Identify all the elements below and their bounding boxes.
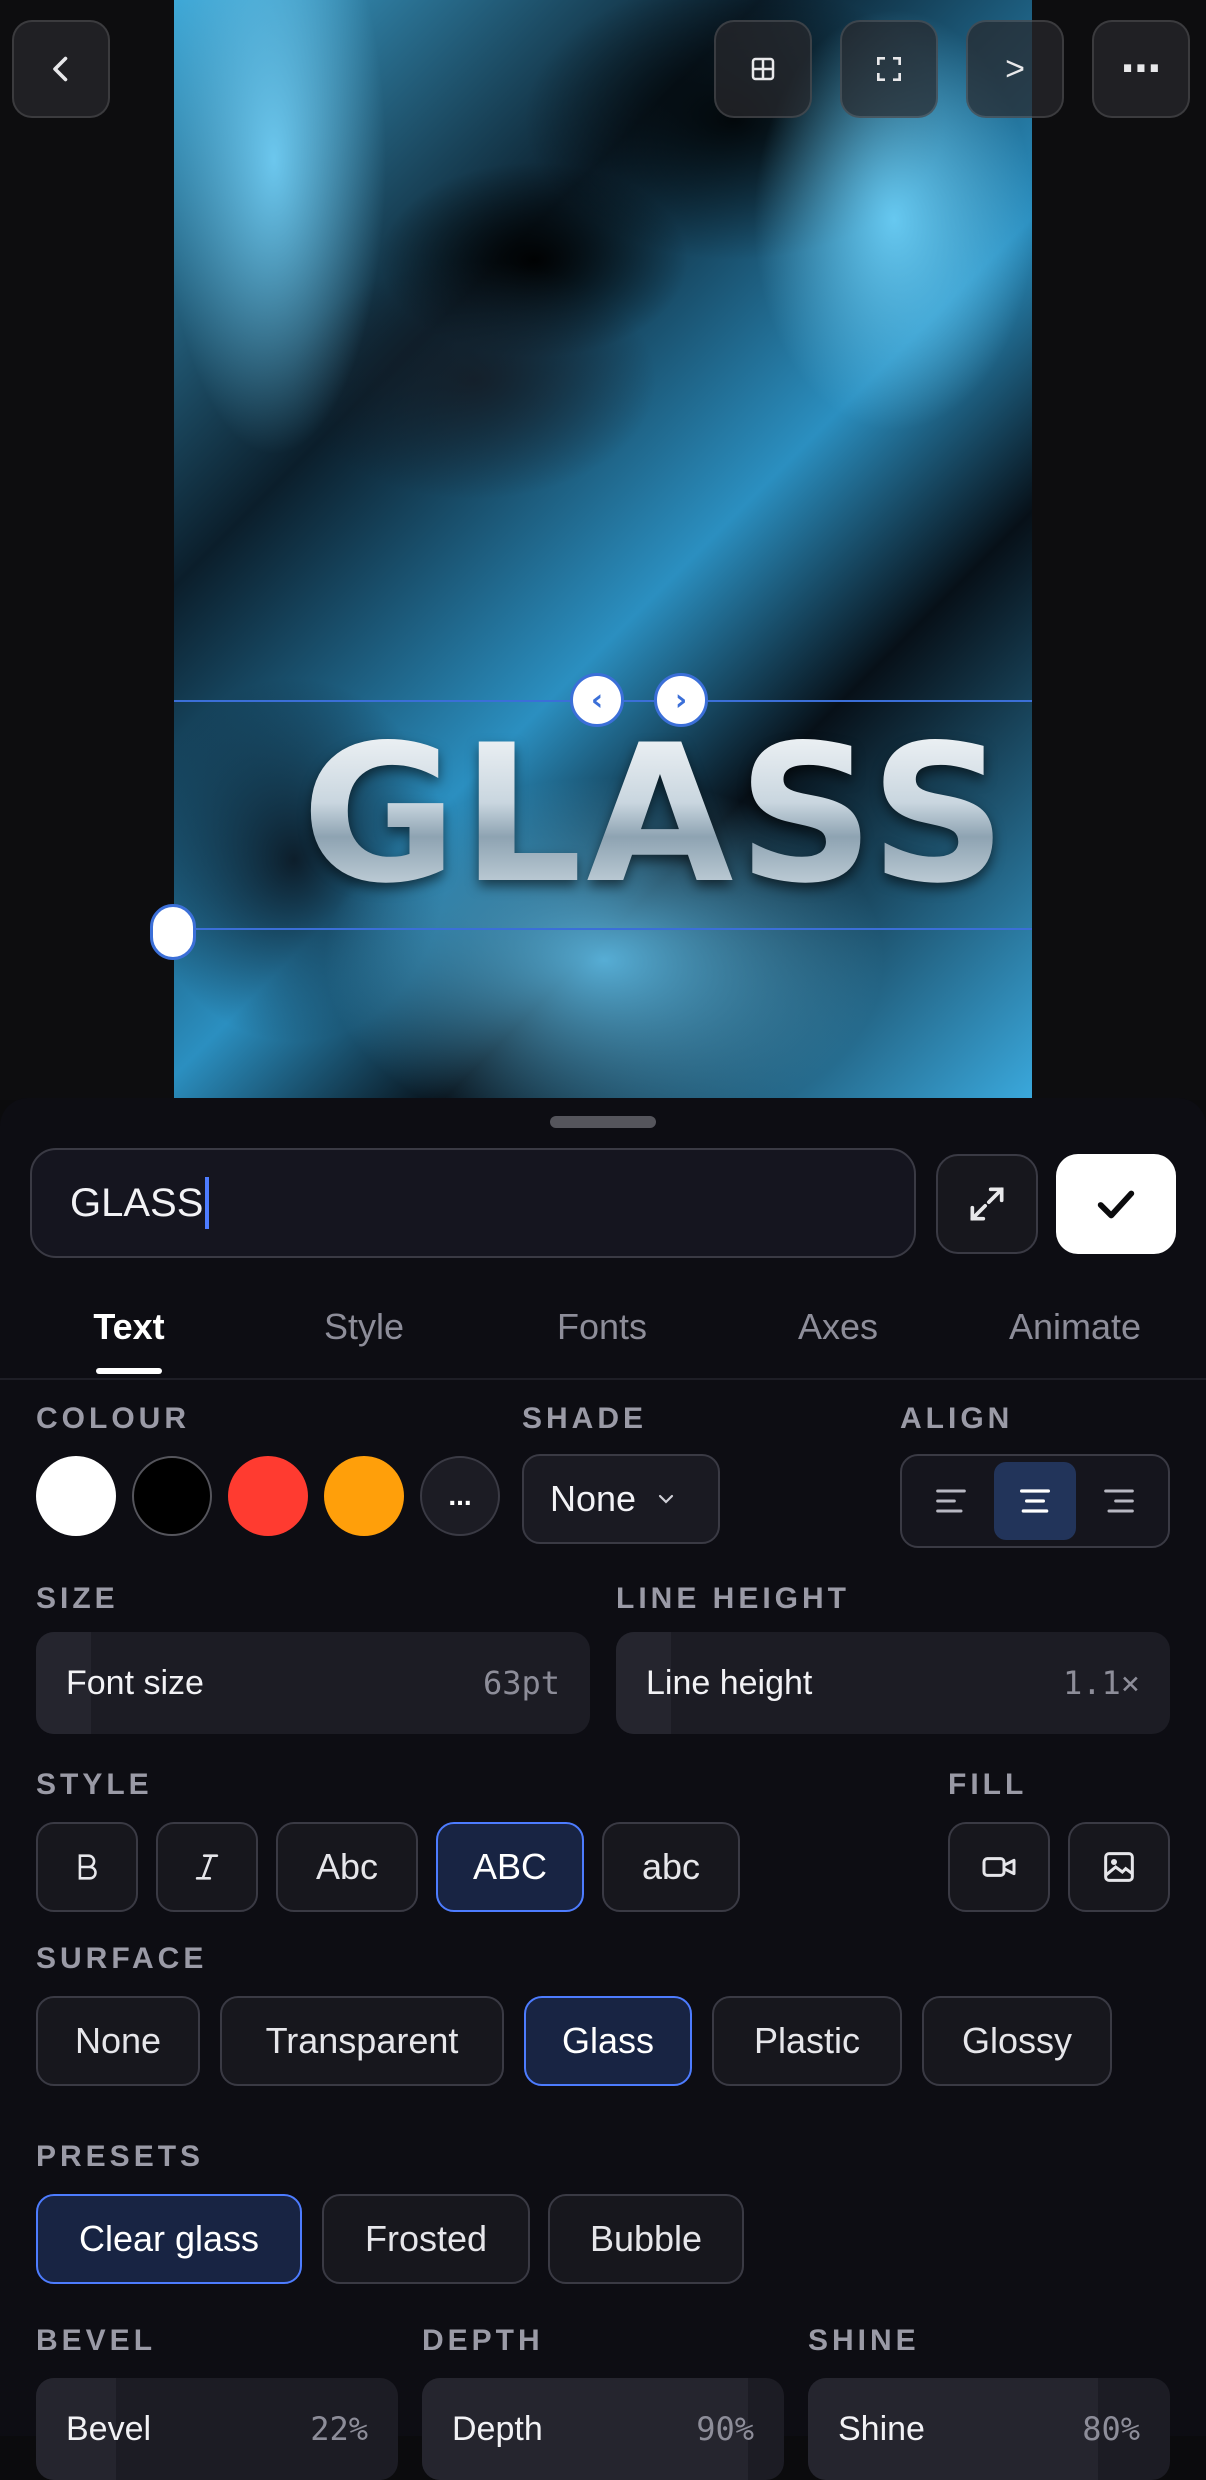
shade-value: None — [550, 1478, 637, 1519]
align-center-icon — [1020, 1489, 1050, 1513]
more-options-button[interactable]: ⋯ — [1092, 20, 1190, 118]
resize-handle[interactable] — [150, 904, 196, 960]
sheet-grabber[interactable] — [550, 1116, 656, 1128]
checkmark-icon — [1097, 1190, 1135, 1219]
line-height-slider-label: Line height — [646, 1664, 813, 1702]
colour-swatch-orange[interactable] — [324, 1456, 404, 1536]
chevron-down-icon — [658, 1494, 674, 1504]
bevel-slider[interactable]: Bevel 22% — [36, 2378, 398, 2480]
line-height-value: 1.1× — [1062, 1664, 1140, 1702]
align-right-button[interactable] — [1078, 1462, 1160, 1540]
case-upper-button[interactable]: ABC — [436, 1822, 584, 1912]
bold-button[interactable] — [36, 1822, 138, 1912]
bevel-value: 22% — [310, 2410, 368, 2448]
shade-dropdown[interactable]: None — [522, 1454, 720, 1544]
surface-glass-chip[interactable]: Glass — [524, 1996, 692, 2086]
bold-icon — [78, 1854, 97, 1880]
align-segmented-control — [900, 1454, 1170, 1548]
depth-slider[interactable]: Depth 90% — [422, 2378, 784, 2480]
fill-image-button[interactable] — [1068, 1822, 1170, 1912]
size-label: SIZE — [36, 1582, 119, 1615]
align-center-button[interactable] — [994, 1462, 1076, 1540]
text-input-value: GLASS — [70, 1180, 204, 1225]
line-height-label: LINE HEIGHT — [616, 1582, 851, 1615]
tab-bar: Text Style Fonts Axes Animate — [0, 1298, 1206, 1380]
colour-swatch-black[interactable] — [132, 1456, 212, 1536]
bevel-slider-label: Bevel — [66, 2410, 152, 2448]
text-caret — [205, 1177, 210, 1229]
grid-button[interactable] — [714, 20, 812, 118]
canvas-stage: GLASS ‹ › > ⋯ — [0, 0, 1206, 1100]
image-icon — [1104, 1852, 1134, 1882]
case-title-button[interactable]: Abc — [276, 1822, 418, 1912]
more-colours-button[interactable]: ... — [420, 1456, 500, 1536]
case-lower-button[interactable]: abc — [602, 1822, 740, 1912]
headline-text-layer[interactable]: GLASS — [286, 700, 1026, 928]
font-size-value: 63pt — [482, 1664, 560, 1702]
tab-text[interactable]: Text — [93, 1306, 164, 1348]
active-tab-indicator — [96, 1368, 162, 1374]
align-left-icon — [936, 1489, 966, 1513]
tab-axes[interactable]: Axes — [798, 1306, 878, 1348]
shine-label: SHINE — [808, 2324, 920, 2357]
back-button[interactable] — [12, 20, 110, 118]
colour-label: COLOUR — [36, 1402, 190, 1435]
surface-none-chip[interactable]: None — [36, 1996, 200, 2086]
depth-value: 90% — [696, 2410, 754, 2448]
shine-slider[interactable]: Shine 80% — [808, 2378, 1170, 2480]
align-label: ALIGN — [900, 1402, 1014, 1435]
grid-icon — [751, 57, 775, 81]
fill-video-button[interactable] — [948, 1822, 1050, 1912]
shine-slider-label: Shine — [838, 2410, 925, 2448]
fill-label: FILL — [948, 1768, 1028, 1801]
surface-transparent-chip[interactable]: Transparent — [220, 1996, 504, 2086]
italic-icon — [195, 1854, 219, 1880]
surface-glossy-chip[interactable]: Glossy — [922, 1996, 1112, 2086]
surface-plastic-chip[interactable]: Plastic — [712, 1996, 902, 2086]
colour-swatch-red[interactable] — [228, 1456, 308, 1536]
surface-label: SURFACE — [36, 1942, 208, 1975]
depth-label: DEPTH — [422, 2324, 544, 2357]
preset-frosted-chip[interactable]: Frosted — [322, 2194, 530, 2284]
align-right-icon — [1104, 1489, 1134, 1513]
shade-label: SHADE — [522, 1402, 648, 1435]
tab-fonts[interactable]: Fonts — [557, 1306, 647, 1348]
align-left-button[interactable] — [910, 1462, 992, 1540]
presets-label: PRESETS — [36, 2140, 205, 2173]
shine-value: 80% — [1082, 2410, 1140, 2448]
next-button[interactable]: > — [966, 20, 1064, 118]
fit-frame-button[interactable] — [840, 20, 938, 118]
style-label: STYLE — [36, 1768, 153, 1801]
preset-bubble-chip[interactable]: Bubble — [548, 2194, 744, 2284]
confirm-button[interactable] — [1056, 1154, 1176, 1254]
bevel-label: BEVEL — [36, 2324, 157, 2357]
video-icon — [982, 1857, 1016, 1877]
chevron-left-icon — [53, 56, 68, 82]
editor-sheet: GLASS Text Style Fonts Axes Animate COLO… — [0, 1098, 1206, 2480]
tab-style[interactable]: Style — [324, 1306, 404, 1348]
move-left-handle[interactable]: ‹ — [570, 673, 624, 727]
line-height-slider[interactable]: Line height 1.1× — [616, 1632, 1170, 1734]
tab-animate[interactable]: Animate — [1009, 1306, 1141, 1348]
artboard[interactable]: GLASS ‹ › — [174, 0, 1032, 1098]
italic-button[interactable] — [156, 1822, 258, 1912]
expand-editor-button[interactable] — [936, 1154, 1038, 1254]
selection-bottom-edge — [174, 928, 1032, 930]
expand-arrows-icon — [970, 1187, 1004, 1221]
text-input[interactable]: GLASS — [30, 1148, 916, 1258]
colour-swatch-white[interactable] — [36, 1456, 116, 1536]
font-size-slider-label: Font size — [66, 1664, 204, 1702]
move-right-handle[interactable]: › — [654, 673, 708, 727]
frame-icon — [877, 57, 901, 81]
depth-slider-label: Depth — [452, 2410, 543, 2448]
preset-clear-glass-chip[interactable]: Clear glass — [36, 2194, 302, 2284]
font-size-slider[interactable]: Font size 63pt — [36, 1632, 590, 1734]
